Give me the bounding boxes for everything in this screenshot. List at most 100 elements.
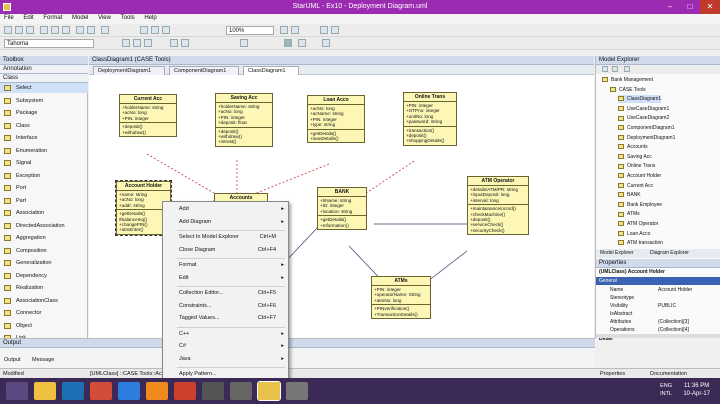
minimize-button[interactable]: –: [660, 0, 680, 14]
menu-item-edit[interactable]: Edit ▸: [163, 273, 288, 284]
powerpoint-icon[interactable]: [174, 382, 196, 400]
tool-directedassociation[interactable]: DirectedAssociation: [0, 221, 88, 231]
tree-item[interactable]: Saving Acc: [618, 153, 652, 161]
class-current-acc[interactable]: Current Acc +holderName: string +acNo: lon…: [119, 94, 177, 138]
tree-item[interactable]: Bank Management: [602, 76, 653, 84]
menu-item-add[interactable]: Add ▸: [163, 204, 288, 215]
app-icon-3[interactable]: [286, 382, 308, 400]
menu-item-collection-editor[interactable]: Collection Editor... Ctrl+F5: [163, 288, 288, 299]
tab-deployment-diagram[interactable]: DeploymentDiagram1: [93, 66, 165, 75]
tool-class[interactable]: Class: [0, 121, 88, 131]
select-mode-icon[interactable]: [284, 39, 292, 47]
zoom-out-icon[interactable]: [291, 26, 299, 34]
system-clock[interactable]: 11:36 PM 10-Apr-17: [683, 382, 710, 398]
tree-item[interactable]: Bank Employee: [618, 201, 662, 209]
tool-subsystem[interactable]: Subsystem: [0, 96, 88, 106]
ie-icon[interactable]: [62, 382, 84, 400]
property-row[interactable]: Stereotype: [596, 294, 720, 302]
chrome-icon[interactable]: [90, 382, 112, 400]
redo-icon[interactable]: [87, 26, 95, 34]
output-tab[interactable]: Output: [4, 357, 21, 363]
tree-item[interactable]: ATMs: [618, 210, 640, 218]
distribute-icon[interactable]: [298, 39, 306, 47]
expand-icon[interactable]: [602, 66, 608, 72]
menu-item-select-in-model-explorer[interactable]: Select In Model Explorer Ctrl+M: [163, 232, 288, 243]
italic-icon[interactable]: [144, 39, 152, 47]
class-bank[interactable]: BANK +bName: string +ID: integer +location:…: [317, 187, 367, 231]
menu-item-constraints[interactable]: Constraints... Ctrl+F6: [163, 301, 288, 312]
tool-object[interactable]: Object: [0, 321, 88, 331]
tool-part[interactable]: Part: [0, 196, 88, 206]
bold-icon[interactable]: [133, 39, 141, 47]
word-icon[interactable]: [118, 382, 140, 400]
tool-generalization[interactable]: Generalization: [0, 258, 88, 268]
align-right-icon[interactable]: [162, 26, 170, 34]
vlc-icon[interactable]: [146, 382, 168, 400]
tool-associationclass[interactable]: AssociationClass: [0, 296, 88, 306]
property-row[interactable]: Visibility PUBLIC: [596, 302, 720, 310]
tree-item[interactable]: Loan Acco: [618, 230, 650, 238]
tab-model-explorer[interactable]: Model Explorer: [600, 249, 634, 258]
class-atm-operator[interactable]: ATM Operator +details/ATM/PR: string +inpu…: [467, 176, 529, 236]
save-icon[interactable]: [26, 26, 34, 34]
close-button[interactable]: ✕: [700, 0, 720, 14]
tree-item[interactable]: CASE Tools: [610, 86, 646, 94]
tool-exception[interactable]: Exception: [0, 171, 88, 181]
tool-enumeration[interactable]: Enumeration: [0, 146, 88, 156]
property-row[interactable]: IsAbstract: [596, 310, 720, 318]
tree-item[interactable]: DeploymentDiagram1: [618, 134, 675, 142]
font-size-icon[interactable]: [122, 39, 130, 47]
tree-item[interactable]: UseCaseDiagram2: [618, 114, 669, 122]
menu-item-java[interactable]: Java ▸: [163, 354, 288, 365]
maximize-button[interactable]: □: [680, 0, 700, 14]
tree-item[interactable]: BANK: [618, 191, 641, 199]
properties-section-general[interactable]: General: [596, 277, 720, 285]
line-style-icon[interactable]: [240, 39, 248, 47]
line-color-icon[interactable]: [181, 39, 189, 47]
collapse-icon[interactable]: [612, 66, 618, 72]
menu-item-c[interactable]: C++ ▸: [163, 329, 288, 340]
menu-edit[interactable]: Edit: [19, 14, 37, 22]
menu-item-tagged-values[interactable]: Tagged Values... Ctrl+F7: [163, 313, 288, 324]
tab-class-diagram[interactable]: ClassDiagram1: [243, 66, 299, 75]
undo-icon[interactable]: [76, 26, 84, 34]
property-row[interactable]: Operations (Collection)[4]: [596, 326, 720, 334]
fill-color-icon[interactable]: [170, 39, 178, 47]
class-group[interactable]: Class: [0, 74, 88, 83]
tool-select[interactable]: Select: [0, 83, 88, 93]
menu-file[interactable]: File: [0, 14, 18, 22]
tree-item[interactable]: ATM transaction: [618, 239, 663, 247]
font-select[interactable]: Tahoma: [4, 39, 94, 48]
message-tab[interactable]: Message: [32, 357, 54, 363]
start-icon[interactable]: [6, 382, 28, 400]
tree-item[interactable]: Current Acc: [618, 182, 653, 190]
zoom-in-icon[interactable]: [280, 26, 288, 34]
menu-help[interactable]: Help: [140, 14, 160, 22]
menu-model[interactable]: Model: [68, 14, 92, 22]
tool-interface[interactable]: Interface: [0, 133, 88, 143]
file-explorer-icon[interactable]: [34, 382, 56, 400]
class-online-trans[interactable]: Online Trans +PIN: integer +OTPno: integer…: [403, 92, 457, 146]
align-icon[interactable]: [140, 26, 148, 34]
property-row[interactable]: Name Account Holder: [596, 286, 720, 294]
tree-item[interactable]: Online Trans: [618, 162, 655, 170]
find-icon[interactable]: [101, 26, 109, 34]
open-icon[interactable]: [15, 26, 23, 34]
menu-tools[interactable]: Tools: [117, 14, 139, 22]
class-saving-acc[interactable]: Saving Acc +holderName: string +acNo: long…: [215, 93, 273, 147]
tree-item[interactable]: ClassDiagram1: [618, 95, 662, 104]
filter-icon[interactable]: [624, 66, 630, 72]
view-icon[interactable]: [322, 39, 330, 47]
copy-icon[interactable]: [51, 26, 59, 34]
tool-realization[interactable]: Realization: [0, 283, 88, 293]
app-icon-2[interactable]: [230, 382, 252, 400]
tool-dependency[interactable]: Dependency: [0, 271, 88, 281]
tree-item[interactable]: UseCaseDiagram1: [618, 105, 669, 113]
menu-item-close-diagram[interactable]: Close Diagram Ctrl+F4: [163, 245, 288, 256]
tool-port[interactable]: Port: [0, 183, 88, 193]
paste-icon[interactable]: [62, 26, 70, 34]
tree-item[interactable]: Account Holder: [618, 172, 661, 180]
tree-item[interactable]: ATM Operator: [618, 220, 658, 228]
menu-item-add-diagram[interactable]: Add Diagram ▸: [163, 217, 288, 228]
tool-association[interactable]: Association: [0, 208, 88, 218]
